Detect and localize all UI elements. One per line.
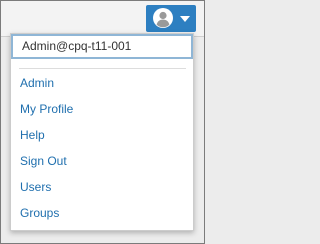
menu-item-help[interactable]: Help [11, 125, 193, 145]
menu-item-label[interactable]: Sign Out [20, 154, 67, 168]
caret-down-icon [180, 16, 190, 22]
user-menu-button[interactable] [146, 5, 196, 32]
menu-item-label[interactable]: Admin [20, 76, 54, 90]
menu-item-groups[interactable]: Groups [11, 203, 193, 223]
menu-divider [19, 68, 186, 69]
user-dropdown-menu: Admin@cpq-t11-001 Admin My Profile Help … [10, 33, 194, 231]
current-user-header: Admin@cpq-t11-001 [11, 34, 193, 59]
menu-item-label[interactable]: Help [20, 128, 45, 142]
current-user-label: Admin@cpq-t11-001 [22, 39, 132, 53]
menu-item-label[interactable]: My Profile [20, 102, 73, 116]
menu-item-admin[interactable]: Admin [11, 73, 193, 93]
menu-item-my-profile[interactable]: My Profile [11, 99, 193, 119]
menu-item-label[interactable]: Groups [20, 206, 59, 220]
menu-item-sign-out[interactable]: Sign Out [11, 151, 193, 171]
user-avatar-icon [153, 8, 173, 28]
menu-item-label[interactable]: Users [20, 180, 51, 194]
menu-item-users[interactable]: Users [11, 177, 193, 197]
